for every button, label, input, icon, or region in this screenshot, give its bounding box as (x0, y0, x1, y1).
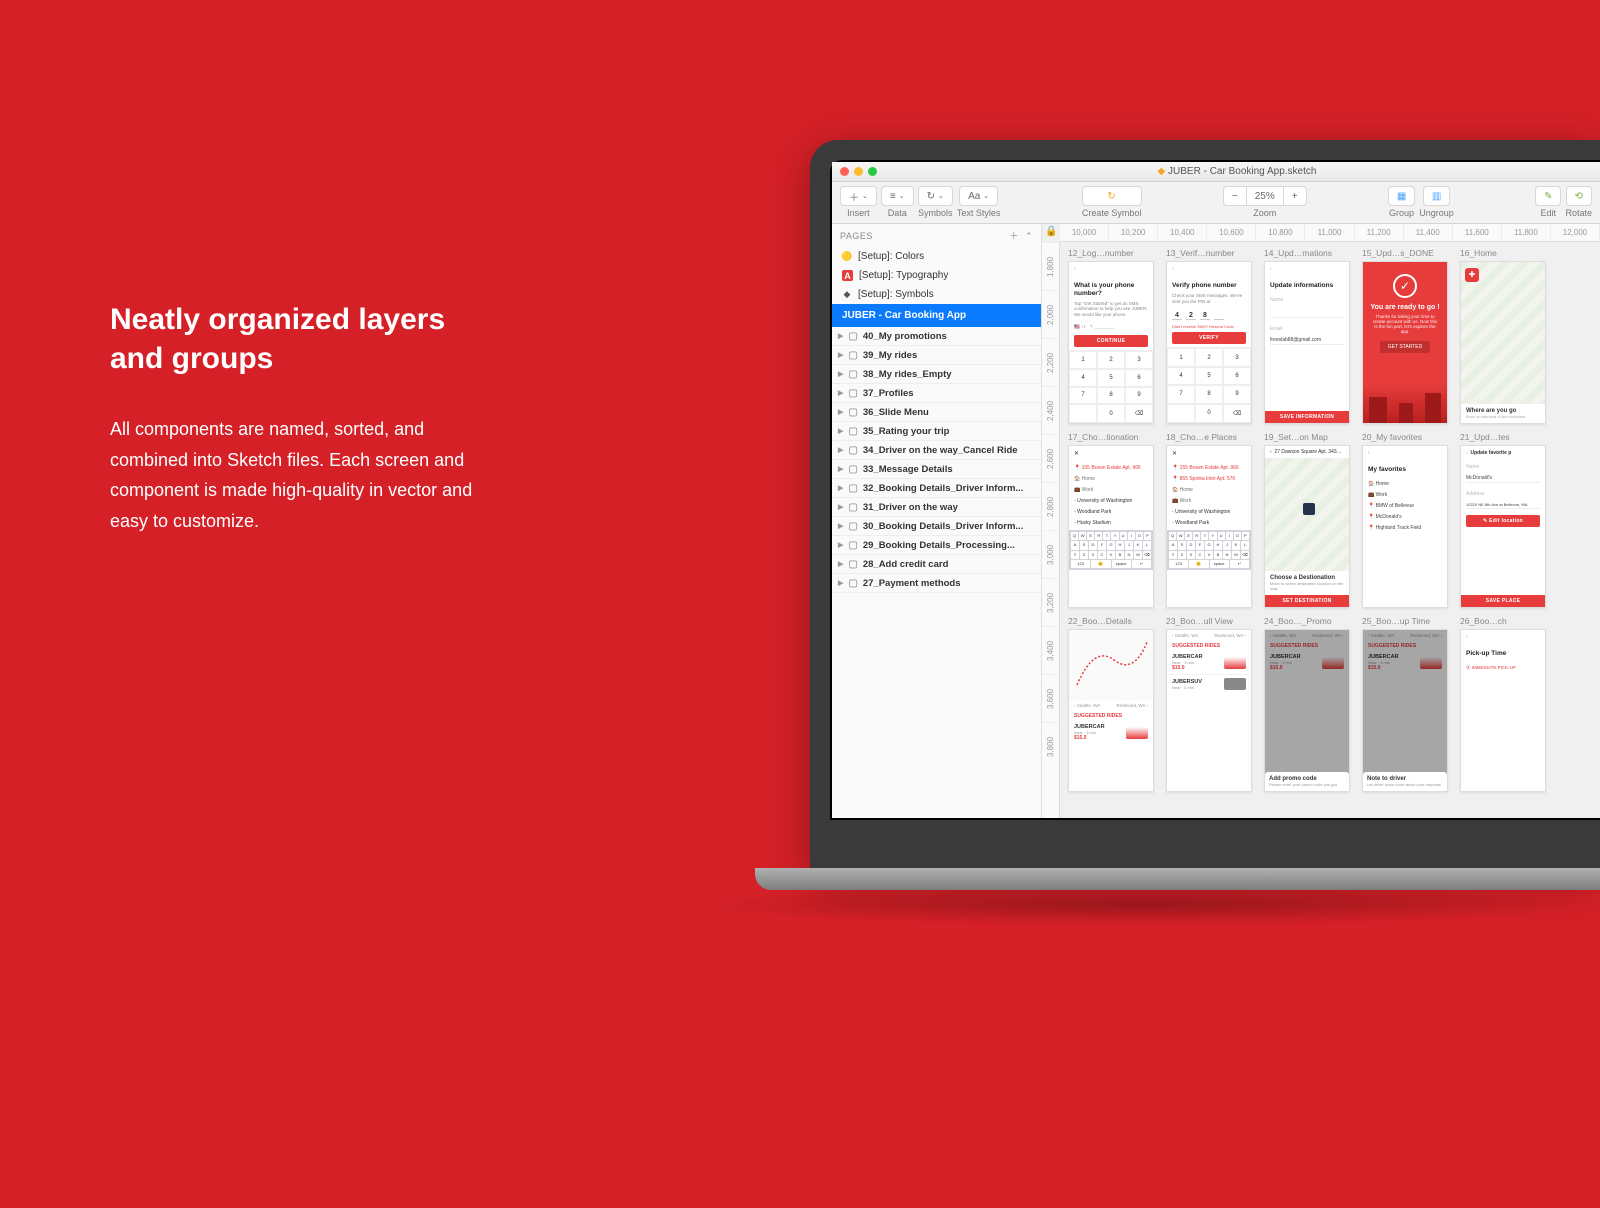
layer-item[interactable]: ▶▢40_My promotions (832, 327, 1041, 346)
artboard[interactable]: 14_Upd…mations‹Update informationsName E… (1264, 248, 1350, 424)
create-symbol-button[interactable]: ↻ (1082, 186, 1142, 206)
insert-button[interactable]: ＋ ⌄ (840, 186, 877, 206)
marketing-body: All components are named, sorted, and co… (110, 414, 490, 536)
canvas[interactable]: 🔒 10,00010,20010,40010,60010,80011,00011… (1042, 224, 1600, 818)
sketch-window: ◆ JUBER - Car Booking App.sketch ＋ ⌄ Ins… (832, 162, 1600, 818)
collapse-pages-icon[interactable]: ⌃ (1025, 231, 1033, 241)
layer-item[interactable]: ▶▢27_Payment methods (832, 574, 1041, 593)
zoom-out-button[interactable]: − (1223, 186, 1246, 206)
artboard[interactable]: 21_Upd…tes‹ Update favorite pNameMcDonal… (1460, 432, 1546, 608)
layers-panel: PAGES ＋ ⌃ 🟡[Setup]: Colors A[Setup]: Typ… (832, 224, 1042, 818)
artboard[interactable]: 18_Cho…e Places✕📍 155 Brown Estate Apt. … (1166, 432, 1252, 608)
lock-icon[interactable]: 🔒 (1045, 226, 1057, 237)
zoom-in-button[interactable]: + (1283, 186, 1307, 206)
symbols-button[interactable]: ↻ ⌄ (918, 186, 953, 206)
layer-item[interactable]: ▶▢33_Message Details (832, 460, 1041, 479)
artboard[interactable]: 20_My favorites‹My favorites🏠 Home💼 Work… (1362, 432, 1448, 608)
close-icon[interactable] (840, 167, 849, 176)
laptop-mockup: ◆ JUBER - Car Booking App.sketch ＋ ⌄ Ins… (810, 140, 1600, 870)
window-title: JUBER - Car Booking App.sketch (1168, 166, 1316, 177)
zoom-value[interactable]: 25% (1246, 186, 1283, 206)
layer-item[interactable]: ▶▢28_Add credit card (832, 555, 1041, 574)
artboard[interactable]: 26_Boo…ch‹Pick-up Time⦿ IMMEDIATE PICK-U… (1460, 616, 1546, 792)
artboard[interactable]: 12_Log…number‹What is your phone number?… (1068, 248, 1154, 424)
rotate-button[interactable]: ⟲ (1566, 186, 1592, 206)
pages-label: PAGES (840, 231, 873, 241)
minimize-icon[interactable] (854, 167, 863, 176)
layer-item[interactable]: ▶▢37_Profiles (832, 384, 1041, 403)
layer-item[interactable]: ▶▢31_Driver on the way (832, 498, 1041, 517)
artboard[interactable]: 25_Boo…up Time‹ Seattle, WARedmond, WA ›… (1362, 616, 1448, 792)
marketing-heading: Neatly organized layers and groups (110, 300, 490, 378)
page-item-selected[interactable]: JUBER - Car Booking App (832, 304, 1041, 327)
artboard[interactable]: 19_Set…on Map‹ 27 Dawson Square Apt. 343… (1264, 432, 1350, 608)
layer-item[interactable]: ▶▢30_Booking Details_Driver Inform... (832, 517, 1041, 536)
marketing-copy: Neatly organized layers and groups All c… (110, 300, 490, 536)
artboard[interactable]: 23_Boo…ull View‹ Seattle, WARedmond, WA … (1166, 616, 1252, 792)
ungroup-button[interactable]: ▥ (1423, 186, 1450, 206)
artboard[interactable]: 13_Verif…number‹Verify phone numberCheck… (1166, 248, 1252, 424)
layer-item[interactable]: ▶▢36_Slide Menu (832, 403, 1041, 422)
zoom-icon[interactable] (868, 167, 877, 176)
layer-item[interactable]: ▶▢34_Driver on the way_Cancel Ride (832, 441, 1041, 460)
edit-button[interactable]: ✎ (1535, 186, 1561, 206)
artboards-grid: 12_Log…number‹What is your phone number?… (1068, 248, 1600, 818)
page-item[interactable]: 🟡[Setup]: Colors (832, 247, 1041, 266)
textstyles-button[interactable]: Aa ⌄ (959, 186, 998, 206)
page-item[interactable]: ◆[Setup]: Symbols (832, 285, 1041, 304)
ruler-vertical: 1,8002,0002,2002,4002,6002,8003,0003,200… (1042, 242, 1060, 818)
page-item[interactable]: A[Setup]: Typography (832, 266, 1041, 285)
layer-item[interactable]: ▶▢32_Booking Details_Driver Inform... (832, 479, 1041, 498)
layer-item[interactable]: ▶▢38_My rides_Empty (832, 365, 1041, 384)
add-page-icon[interactable]: ＋ (1009, 231, 1019, 241)
layer-item[interactable]: ▶▢29_Booking Details_Processing... (832, 536, 1041, 555)
layer-item[interactable]: ▶▢35_Rating your trip (832, 422, 1041, 441)
data-button[interactable]: ≡ ⌄ (881, 186, 914, 206)
ruler-horizontal: 10,00010,20010,40010,60010,80011,00011,2… (1060, 224, 1600, 242)
artboard[interactable]: 16_Home✚Where are you goBook on demand o… (1460, 248, 1546, 424)
group-button[interactable]: ▦ (1388, 186, 1415, 206)
artboard[interactable]: 22_Boo…Details‹ Seattle, WARedmond, WA ›… (1068, 616, 1154, 792)
toolbar: ＋ ⌄ Insert ≡ ⌄ Data ↻ ⌄ Symbols Aa ⌄ Tex… (832, 182, 1600, 224)
layer-item[interactable]: ▶▢39_My rides (832, 346, 1041, 365)
titlebar: ◆ JUBER - Car Booking App.sketch (832, 162, 1600, 182)
artboard[interactable]: 24_Boo…_Promo‹ Seattle, WARedmond, WA ›S… (1264, 616, 1350, 792)
artboard[interactable]: 15_Upd…s_DONE✓You are ready to go !Thank… (1362, 248, 1448, 424)
artboard[interactable]: 17_Cho…tionation✕📍 155 Brown Estate Apt.… (1068, 432, 1154, 608)
